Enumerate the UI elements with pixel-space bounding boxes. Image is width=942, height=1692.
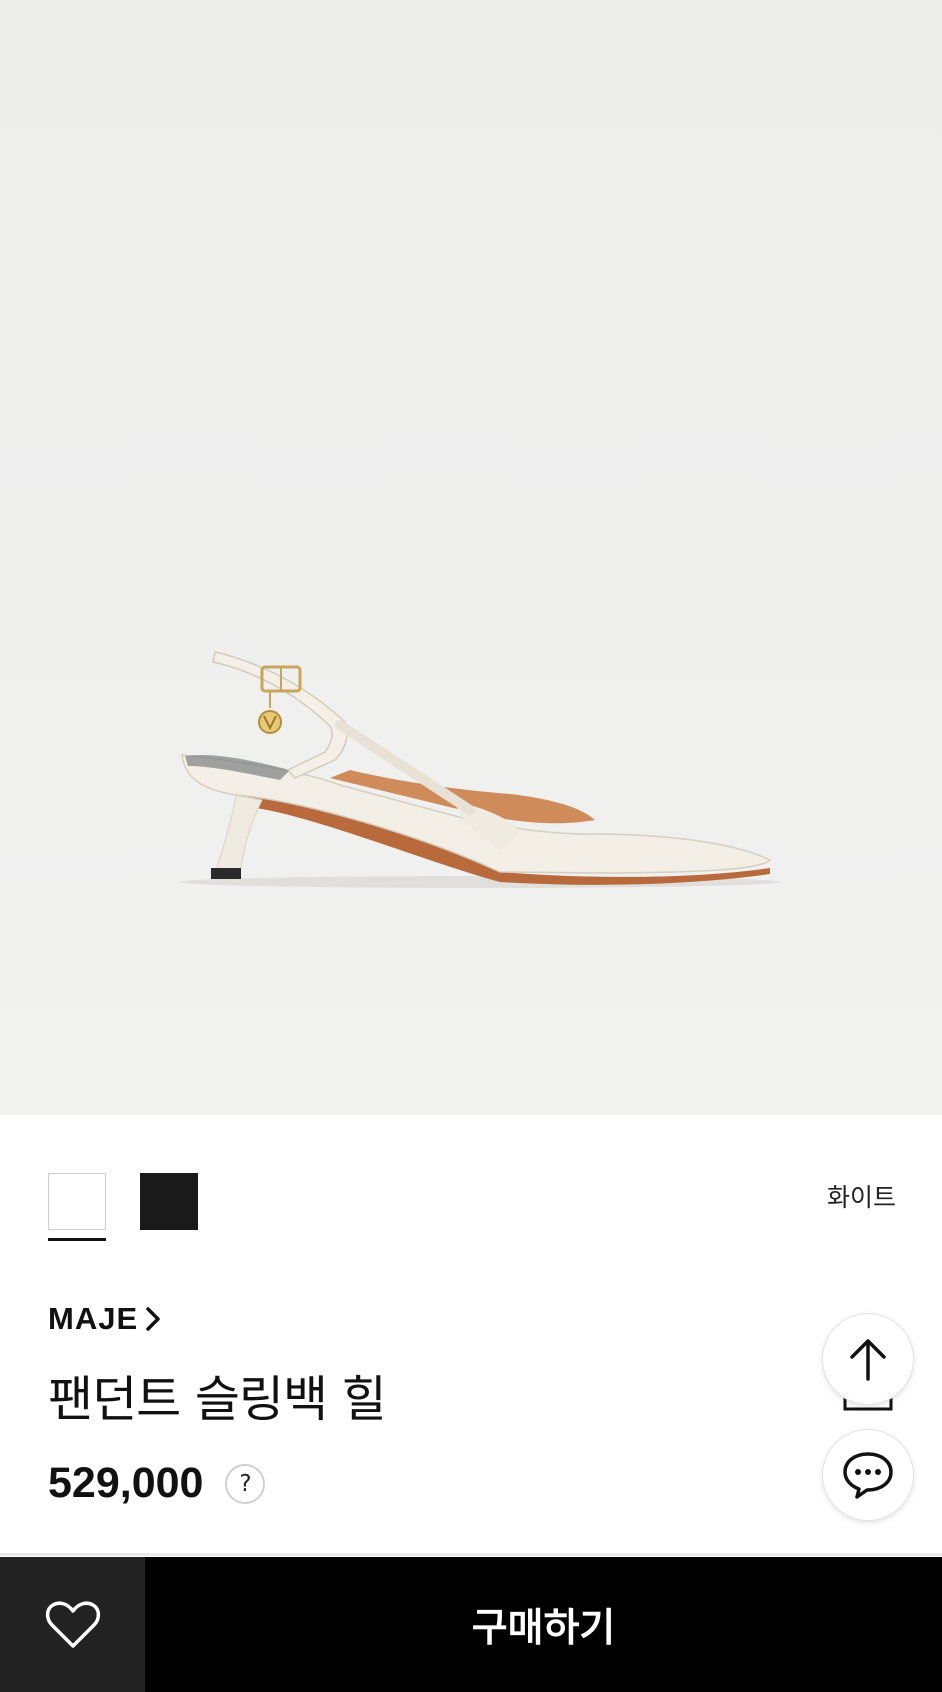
- wishlist-button[interactable]: [0, 1557, 145, 1692]
- bottom-bar-divider: [0, 1553, 942, 1556]
- product-title: 팬던트 슬링백 힐: [48, 1371, 387, 1428]
- arrow-up-icon: [850, 1339, 886, 1381]
- product-detail-page: 화이트 MAJE 팬던트 슬링백 힐 529,000 ? 구매하기: [0, 0, 942, 1692]
- product-image[interactable]: [0, 0, 942, 1115]
- scroll-to-top-button[interactable]: [822, 1313, 914, 1405]
- chat-bubble-icon: [843, 1452, 893, 1499]
- price-help-icon[interactable]: ?: [225, 1463, 266, 1504]
- color-swatch-black[interactable]: [140, 1173, 198, 1230]
- color-swatch-white[interactable]: [48, 1173, 106, 1230]
- chevron-right-icon: [146, 1307, 160, 1331]
- buy-button-label: 구매하기: [471, 1605, 616, 1651]
- selected-color-label: 화이트: [826, 1183, 896, 1212]
- slingback-heel-illustration: [180, 651, 780, 888]
- brand-link[interactable]: MAJE: [48, 1301, 162, 1337]
- chat-button[interactable]: [822, 1429, 914, 1521]
- buy-button[interactable]: 구매하기: [145, 1557, 942, 1692]
- heart-icon: [45, 1601, 100, 1648]
- selected-swatch-indicator: [48, 1238, 106, 1241]
- price-row: 529,000 ?: [48, 1459, 266, 1508]
- product-price: 529,000: [48, 1459, 204, 1507]
- brand-name: MAJE: [48, 1301, 139, 1336]
